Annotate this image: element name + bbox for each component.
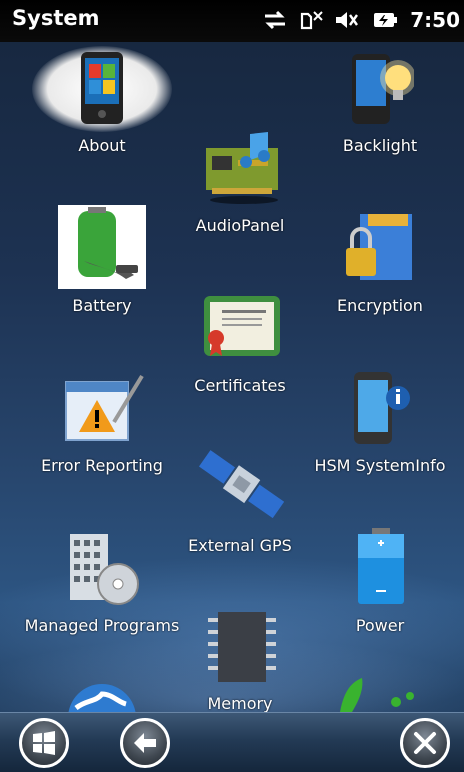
app-label: HSM SystemInfo: [314, 456, 446, 475]
close-button[interactable]: [400, 718, 450, 768]
app-label: Certificates: [194, 376, 286, 395]
back-arrow-icon: [134, 733, 156, 753]
windows-start-icon: [33, 731, 55, 755]
app-battery[interactable]: Battery: [22, 205, 182, 317]
chip-icon: [208, 612, 276, 682]
battery-charging-icon[interactable]: [370, 8, 400, 32]
app-error-reporting[interactable]: Error Reporting: [22, 368, 182, 480]
app-label: Memory: [207, 694, 273, 713]
bottom-bar: [0, 712, 464, 772]
app-about[interactable]: About: [22, 46, 182, 160]
app-label: Backlight: [342, 136, 418, 155]
app-label: Battery: [72, 296, 132, 315]
leaf-icon: [340, 678, 414, 712]
volume-icon[interactable]: [334, 8, 360, 32]
audio-card-icon: [206, 132, 278, 204]
battery-blue-icon: [358, 528, 404, 604]
app-audiopanel[interactable]: AudioPanel: [160, 128, 320, 240]
app-label: External GPS: [188, 536, 292, 555]
battery-plug-icon: [58, 205, 146, 289]
app-label: Error Reporting: [41, 456, 163, 475]
app-power[interactable]: Power: [300, 528, 460, 640]
app-memory[interactable]: Memory: [160, 608, 320, 713]
app-managed-programs[interactable]: Managed Programs: [22, 528, 182, 640]
clock: 7:50: [410, 8, 460, 32]
app-external-gps[interactable]: External GPS: [160, 448, 320, 560]
app-hsm-systeminfo[interactable]: HSM SystemInfo: [300, 368, 460, 480]
app-label: Power: [355, 616, 405, 635]
signal-icon[interactable]: [298, 8, 324, 32]
warning-pen-icon: [65, 374, 144, 441]
certificate-icon: [204, 296, 280, 356]
app-backlight[interactable]: Backlight: [300, 48, 460, 160]
app-encryption[interactable]: Encryption: [300, 208, 460, 320]
app-label: Managed Programs: [24, 616, 180, 635]
app-label: About: [78, 136, 126, 155]
status-bar: System 7:50: [0, 0, 464, 42]
phone-windows-icon: [81, 52, 123, 124]
globe-icon: [68, 684, 136, 712]
app-label: AudioPanel: [195, 216, 285, 235]
sdcard-lock-icon: [346, 214, 412, 280]
app-label: Encryption: [337, 296, 423, 315]
system-screen: System 7:50 About Backlight AudioPanel B…: [0, 0, 464, 772]
device-info-icon: [354, 372, 410, 444]
app-certificates[interactable]: Certificates: [160, 288, 320, 400]
satellite-icon: [198, 450, 285, 519]
building-disc-icon: [70, 534, 139, 605]
window-title: System: [12, 6, 100, 30]
phone-lightbulb-icon: [352, 54, 414, 124]
close-icon: [414, 732, 436, 754]
start-button[interactable]: [19, 718, 69, 768]
sync-arrows-icon[interactable]: [262, 8, 288, 32]
back-button[interactable]: [120, 718, 170, 768]
